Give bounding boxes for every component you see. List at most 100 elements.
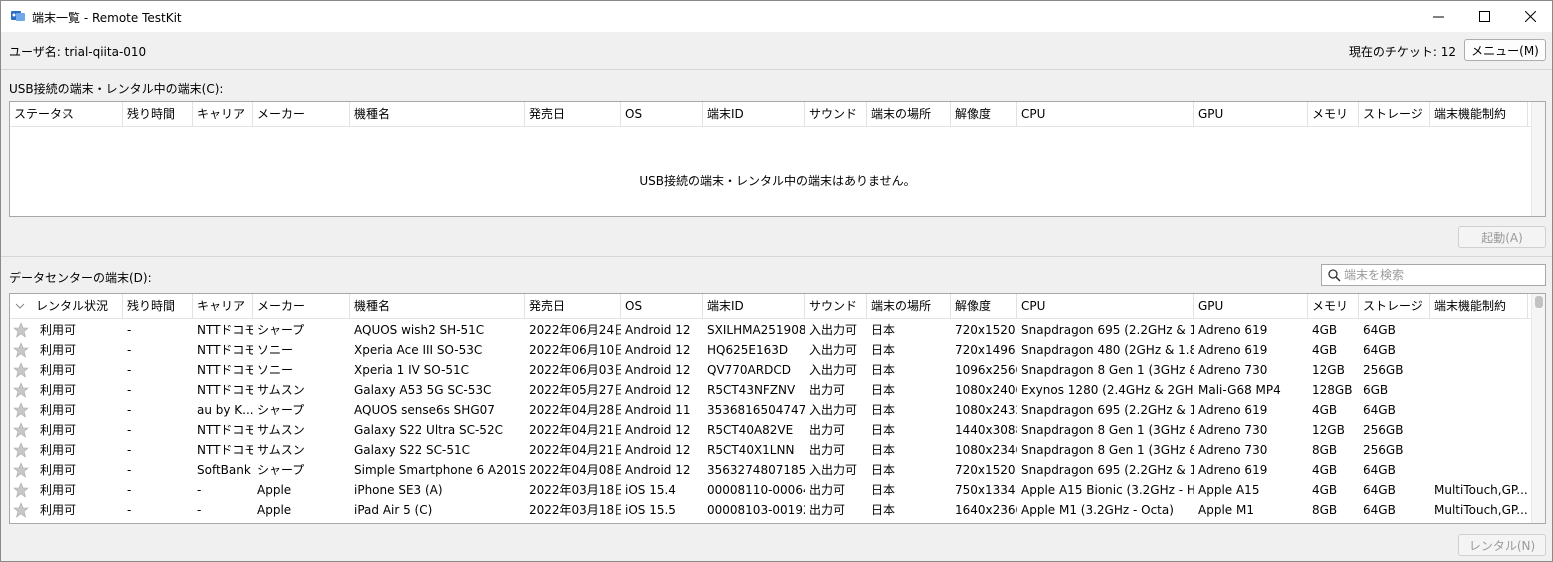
table-cell: Galaxy A53 5G SC-53C xyxy=(354,383,492,397)
usb-column-header[interactable]: ストレージ xyxy=(1359,102,1430,127)
datacenter-column-header[interactable]: 端末の場所 xyxy=(867,294,951,319)
favorite-star-icon[interactable] xyxy=(13,482,29,498)
usb-column-header[interactable]: キャリア xyxy=(193,102,253,127)
table-cell: 256GB xyxy=(1363,443,1404,457)
table-cell: 00008110-00064... xyxy=(707,483,805,497)
favorite-star-icon[interactable] xyxy=(13,442,29,458)
favorite-star-icon[interactable] xyxy=(13,382,29,398)
table-cell: 出力可 xyxy=(809,483,846,497)
usb-column-header[interactable]: 機種名 xyxy=(350,102,525,127)
table-cell: 1080x2340 xyxy=(955,443,1017,457)
column-header-label: サウンド xyxy=(809,299,858,313)
favorite-star-icon[interactable] xyxy=(13,342,29,358)
favorite-star-icon[interactable] xyxy=(13,402,29,418)
usb-vertical-scrollbar[interactable] xyxy=(1531,102,1545,216)
favorite-star-icon[interactable] xyxy=(13,362,29,378)
search-input[interactable] xyxy=(1344,267,1539,283)
table-cell: Snapdragon 695 (2.2GHz & 1.8... xyxy=(1021,403,1194,417)
maximize-button[interactable] xyxy=(1461,1,1507,32)
table-cell: R5CT40A82VE xyxy=(707,423,794,437)
datacenter-vertical-scrollbar[interactable] xyxy=(1531,294,1545,523)
usb-column-header[interactable]: ステータス xyxy=(10,102,123,127)
table-row[interactable]: 利用可 - SoftBank シャープ Simple Smartphone 6 A201… xyxy=(10,460,1531,480)
table-cell: NTTドコモ xyxy=(197,363,253,377)
usb-column-header[interactable]: 発売日 xyxy=(525,102,621,127)
table-cell: 12GB xyxy=(1312,363,1345,377)
table-row[interactable]: 利用可 - NTTドコモ サムスン Galaxy S22 Ultra SC-52C 202… xyxy=(10,420,1531,440)
usb-column-header[interactable]: サウンド xyxy=(805,102,867,127)
column-header-label: GPU xyxy=(1198,107,1224,121)
datacenter-column-header[interactable]: メモリ xyxy=(1308,294,1359,319)
favorite-star-icon[interactable] xyxy=(13,322,29,338)
menu-button[interactable]: メニュー(M) xyxy=(1464,39,1546,61)
table-cell: 入出力可 xyxy=(809,403,858,417)
table-cell: NTTドコモ xyxy=(197,343,253,357)
favorite-star-icon[interactable] xyxy=(13,462,29,478)
usb-column-header[interactable]: 残り時間 xyxy=(123,102,193,127)
table-cell: Apple A15 xyxy=(1198,483,1260,497)
usb-column-header[interactable]: メーカー xyxy=(253,102,350,127)
favorite-star-icon[interactable] xyxy=(13,422,29,438)
datacenter-column-header[interactable]: キャリア xyxy=(193,294,253,319)
maximize-icon xyxy=(1478,11,1490,22)
datacenter-column-header[interactable]: レンタル状況 xyxy=(10,294,123,319)
table-cell: SXILHMA251908... xyxy=(707,323,805,337)
table-cell: 2022年05月27日 xyxy=(529,383,621,397)
table-row[interactable]: 利用可 - NTTドコモ サムスン Galaxy A53 5G SC-53C 2022年0… xyxy=(10,380,1531,400)
datacenter-column-header[interactable]: メーカー xyxy=(253,294,350,319)
datacenter-column-header[interactable]: 解像度 xyxy=(951,294,1017,319)
table-row[interactable]: 利用可 - - Apple iPad Air 5 (C) 2022年03月18日 iOS 1… xyxy=(10,500,1531,520)
datacenter-column-header[interactable]: CPU xyxy=(1017,294,1194,319)
table-cell: 日本 xyxy=(871,323,896,337)
datacenter-column-header[interactable]: 残り時間 xyxy=(123,294,193,319)
table-cell: Simple Smartphone 6 A201SH xyxy=(354,463,525,477)
rent-button[interactable]: レンタル(N) xyxy=(1458,534,1546,556)
datacenter-column-header[interactable]: ストレージ xyxy=(1359,294,1430,319)
usb-column-header[interactable]: CPU xyxy=(1017,102,1194,127)
table-cell: - xyxy=(127,483,132,497)
table-cell: 64GB xyxy=(1363,503,1396,517)
datacenter-column-header[interactable]: 機種名 xyxy=(350,294,525,319)
start-button[interactable]: 起動(A) xyxy=(1458,226,1546,248)
title-bar[interactable]: 端末一覧 - Remote TestKit xyxy=(1,1,1552,32)
usb-column-header[interactable]: メモリ xyxy=(1308,102,1359,127)
scrollbar-thumb[interactable] xyxy=(1535,296,1543,308)
table-row[interactable]: 利用可 - NTTドコモ シャープ AQUOS wish2 SH-51C 2022年06月… xyxy=(10,320,1531,340)
table-cell: Apple M1 (3.2GHz - Octa) xyxy=(1021,503,1174,517)
usb-column-header[interactable]: 解像度 xyxy=(951,102,1017,127)
datacenter-column-header[interactable]: サウンド xyxy=(805,294,867,319)
usb-device-table[interactable]: ステータス 残り時間 キャリア メーカー 機種名 発売日 OS 端末ID サウンド 端末の場所 解像… xyxy=(9,101,1546,217)
column-header-label: ストレージ xyxy=(1363,299,1423,313)
datacenter-column-header[interactable]: OS xyxy=(621,294,703,319)
favorite-star-icon[interactable] xyxy=(13,502,29,518)
datacenter-column-header[interactable]: 発売日 xyxy=(525,294,621,319)
table-row[interactable]: 利用可 - au by K... シャープ AQUOS sense6s SHG07 202… xyxy=(10,400,1531,420)
table-cell: 1080x2400 xyxy=(955,383,1017,397)
table-cell: HQ625E163D xyxy=(707,343,789,357)
table-cell: シャープ xyxy=(257,463,305,477)
table-cell: 2022年04月21日 xyxy=(529,423,621,437)
column-header-label: 端末機能制約 xyxy=(1434,107,1507,121)
usb-column-header[interactable]: 端末ID xyxy=(703,102,805,127)
table-row[interactable]: 利用可 - NTTドコモ ソニー Xperia Ace III SO-53C 2022年0… xyxy=(10,340,1531,360)
column-header-label: キャリア xyxy=(197,299,246,313)
usb-column-header[interactable]: OS xyxy=(621,102,703,127)
table-cell: 750x1334 xyxy=(955,483,1016,497)
table-cell: 利用可 xyxy=(40,503,77,517)
table-row[interactable]: 利用可 - NTTドコモ ソニー Xperia 1 IV SO-51C 2022年06月0… xyxy=(10,360,1531,380)
datacenter-device-table[interactable]: レンタル状況 残り時間 キャリア メーカー 機種名 発売日 OS 端末ID サウンド 端末の場所 解… xyxy=(9,293,1546,524)
device-search-field[interactable] xyxy=(1321,264,1546,286)
table-row[interactable]: 利用可 - - Apple iPhone SE3 (A) 2022年03月18日 iOS 1… xyxy=(10,480,1531,500)
usb-column-header[interactable]: 端末の場所 xyxy=(867,102,951,127)
table-row[interactable]: 利用可 - NTTドコモ サムスン Galaxy S22 SC-51C 2022年04月2… xyxy=(10,440,1531,460)
datacenter-column-header[interactable]: 端末機能制約 xyxy=(1430,294,1528,319)
datacenter-column-header[interactable]: 端末ID xyxy=(703,294,805,319)
close-button[interactable] xyxy=(1507,1,1553,32)
table-cell: Apple A15 Bionic (3.2GHz - He... xyxy=(1021,483,1194,497)
usb-column-header[interactable]: 端末機能制約 xyxy=(1430,102,1528,127)
datacenter-column-header[interactable]: GPU xyxy=(1194,294,1308,319)
column-header-label: 端末の場所 xyxy=(871,107,932,121)
minimize-button[interactable] xyxy=(1415,1,1461,32)
chevron-down-icon[interactable] xyxy=(15,301,25,311)
usb-column-header[interactable]: GPU xyxy=(1194,102,1308,127)
